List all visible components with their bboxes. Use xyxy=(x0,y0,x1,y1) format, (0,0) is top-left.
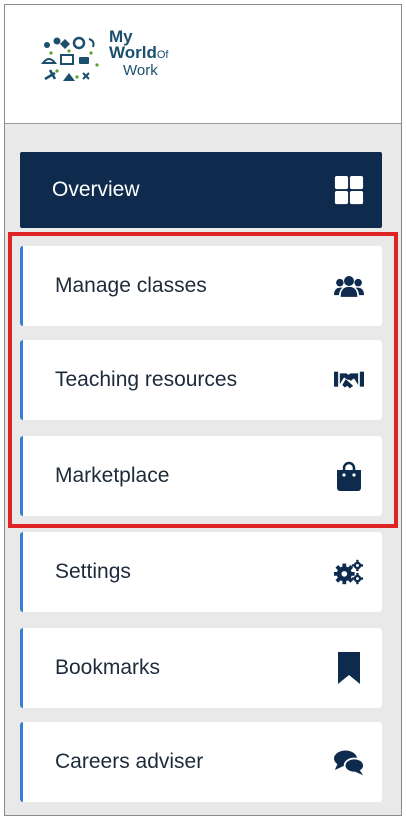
grid-icon xyxy=(334,175,364,205)
chat-bubbles-icon xyxy=(334,747,364,777)
nav-item-label: Careers adviser xyxy=(55,750,204,773)
nav-item-bookmarks[interactable]: Bookmarks xyxy=(20,628,382,708)
logo-wordmark: My WorldOf Work xyxy=(109,28,169,79)
handshake-icon xyxy=(334,365,364,395)
nav-item-careers-adviser[interactable]: Careers adviser xyxy=(20,722,382,802)
nav-item-label: Settings xyxy=(55,560,131,583)
bookmark-icon xyxy=(334,652,364,684)
nav-item-manage-classes[interactable]: Manage classes xyxy=(20,246,382,326)
users-icon xyxy=(334,271,364,301)
gears-icon xyxy=(334,557,364,587)
logo-line-world: WorldOf xyxy=(109,43,169,63)
nav-item-overview[interactable]: Overview xyxy=(20,152,382,228)
nav-item-label: Manage classes xyxy=(55,274,207,297)
nav-item-teaching-resources[interactable]: Teaching resources xyxy=(20,340,382,420)
logo-of-text: Of xyxy=(156,49,169,61)
nav-item-marketplace[interactable]: Marketplace xyxy=(20,436,382,516)
nav-item-label: Bookmarks xyxy=(55,656,161,679)
shopping-bag-icon xyxy=(334,461,364,491)
nav-item-label: Teaching resources xyxy=(55,368,238,391)
logo-line-work: Work xyxy=(123,62,158,79)
nav-item-label: Marketplace xyxy=(55,464,170,487)
logo-world-text: World xyxy=(109,43,157,62)
nav-item-label: Overview xyxy=(52,178,140,201)
logo-icon-cluster xyxy=(40,36,99,81)
nav-item-settings[interactable]: Settings xyxy=(20,532,382,612)
logo-area[interactable]: My WorldOf Work xyxy=(5,5,401,124)
